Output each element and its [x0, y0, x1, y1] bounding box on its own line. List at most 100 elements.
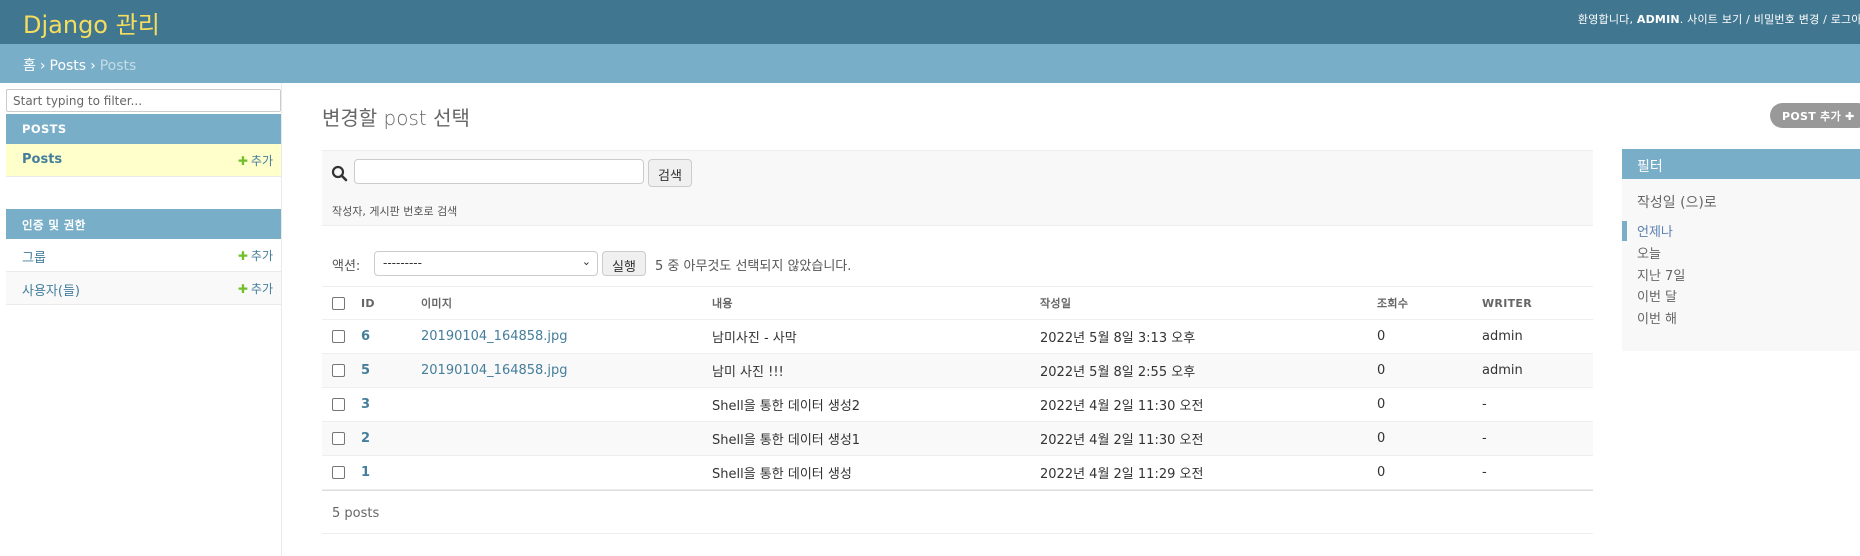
sidebar-item-groups[interactable]: 그룹 ✚ 추가: [6, 239, 281, 272]
plus-icon: ✚: [237, 154, 248, 168]
column-header-writer[interactable]: WRITER: [1482, 286, 1593, 320]
action-select-value: ---------: [383, 256, 422, 270]
nav-filter-input[interactable]: [6, 89, 281, 112]
writer-cell: admin: [1482, 353, 1593, 388]
column-header-views[interactable]: 조회수: [1377, 286, 1482, 320]
post-id-link[interactable]: 5: [361, 363, 370, 378]
row-select-cell: [322, 421, 361, 456]
views-cell: 0: [1377, 319, 1482, 354]
filter-option-today[interactable]: 오늘: [1622, 243, 1860, 263]
table-row: 1 Shell을 통한 데이터 생성 2022년 4월 2일 11:29 오전 …: [322, 455, 1593, 490]
content-cell: Shell을 통한 데이터 생성2: [712, 387, 1040, 422]
filter-option-7days[interactable]: 지난 7일: [1622, 265, 1860, 285]
add-post-label: POST 추가: [1782, 110, 1842, 123]
content-cell: Shell을 통한 데이터 생성: [712, 455, 1040, 490]
table-row: 5 20190104_164858.jpg 남미 사진 !!! 2022년 5월…: [322, 353, 1593, 388]
content-cell: 남미 사진 !!!: [712, 353, 1040, 388]
image-link[interactable]: 20190104_164858.jpg: [421, 363, 568, 378]
chevron-down-icon: ⌄: [581, 255, 591, 268]
row-select-cell: [322, 353, 361, 388]
row-checkbox[interactable]: [332, 466, 345, 479]
filter-option-any[interactable]: 언제나: [1622, 221, 1860, 241]
run-action-button[interactable]: 실행: [602, 251, 646, 276]
search-input[interactable]: [354, 159, 644, 184]
column-header-date[interactable]: 작성일: [1040, 286, 1377, 320]
row-select-cell: [322, 455, 361, 490]
filter-option-year[interactable]: 이번 해: [1622, 308, 1860, 328]
module-caption-auth[interactable]: 인증 및 권한: [6, 209, 281, 239]
row-checkbox[interactable]: [332, 364, 345, 377]
breadcrumb: 홈 › Posts › Posts: [0, 44, 1860, 83]
post-id-link[interactable]: 3: [361, 397, 370, 412]
sidebar-item-label[interactable]: Posts: [22, 152, 62, 167]
search-icon: [331, 165, 348, 182]
plus-icon: ✚: [237, 282, 248, 296]
sidebar-item-label[interactable]: 그룹: [22, 251, 46, 266]
column-header-image[interactable]: 이미지: [421, 286, 712, 320]
site-header: Django 관리 환영합니다, ADMIN. 사이트 보기 / 비밀번호 변경…: [0, 0, 1860, 44]
breadcrumb-home[interactable]: 홈: [23, 58, 36, 74]
action-select[interactable]: --------- ⌄: [374, 251, 598, 276]
date-cell: 2022년 4월 2일 11:30 오전: [1040, 387, 1377, 422]
view-site-link[interactable]: 사이트 보기: [1687, 13, 1742, 26]
sidebar-item-label[interactable]: 사용자(들): [22, 284, 80, 299]
date-cell: 2022년 5월 8일 2:55 오후: [1040, 353, 1377, 388]
content-cell: Shell을 통한 데이터 생성1: [712, 421, 1040, 456]
user-tools: 환영합니다, ADMIN. 사이트 보기 / 비밀번호 변경 / 로그아웃: [1578, 11, 1860, 27]
site-branding[interactable]: Django 관리: [23, 5, 160, 40]
breadcrumb-app[interactable]: Posts: [50, 58, 87, 74]
content-cell: 남미사진 - 사막: [712, 319, 1040, 354]
image-cell: [421, 387, 712, 422]
username: ADMIN: [1636, 13, 1680, 26]
welcome-text: 환영합니다,: [1577, 13, 1634, 26]
filter-heading: 작성일 (으)로: [1637, 195, 1717, 211]
add-user-link[interactable]: ✚ 추가: [238, 280, 273, 297]
image-link[interactable]: 20190104_164858.jpg: [421, 329, 568, 344]
row-select-cell: [322, 387, 361, 422]
views-cell: 0: [1377, 387, 1482, 422]
image-cell: [421, 455, 712, 490]
add-post-button[interactable]: POST 추가 ✚: [1770, 103, 1860, 128]
post-id-link[interactable]: 2: [361, 431, 370, 446]
add-group-link[interactable]: ✚ 추가: [238, 247, 273, 264]
date-cell: 2022년 5월 8일 3:13 오후: [1040, 319, 1377, 354]
table-row: 2 Shell을 통한 데이터 생성1 2022년 4월 2일 11:30 오전…: [322, 421, 1593, 456]
filter-option-month[interactable]: 이번 달: [1622, 286, 1860, 306]
post-id-link[interactable]: 6: [361, 329, 370, 344]
id-cell: 2: [361, 421, 421, 456]
add-posts-link[interactable]: ✚ 추가: [238, 152, 273, 169]
table-row: 6 20190104_164858.jpg 남미사진 - 사막 2022년 5월…: [322, 319, 1593, 354]
search-help-text: 작성자, 게시판 번호로 검색: [332, 205, 458, 218]
change-password-link[interactable]: 비밀번호 변경: [1754, 13, 1820, 26]
plus-icon: ✚: [1845, 110, 1855, 123]
paginator: 5 posts: [322, 490, 1593, 534]
row-checkbox[interactable]: [332, 432, 345, 445]
views-cell: 0: [1377, 421, 1482, 456]
writer-cell: -: [1482, 387, 1593, 422]
column-header-id[interactable]: ID: [361, 286, 421, 320]
row-select-cell: [322, 319, 361, 354]
nav-sidebar: POSTS Posts ✚추가 인증 및 권한 그룹 ✚추가 사용자(들) ✚추…: [0, 83, 282, 556]
module-caption-posts[interactable]: POSTS: [6, 114, 281, 144]
page-title: 변경할 post 선택: [322, 106, 470, 130]
id-cell: 6: [361, 319, 421, 354]
views-cell: 0: [1377, 455, 1482, 490]
date-cell: 2022년 4월 2일 11:29 오전: [1040, 455, 1377, 490]
post-id-link[interactable]: 1: [361, 465, 370, 480]
sidebar-item-posts[interactable]: Posts ✚ 추가: [6, 144, 281, 177]
search-button[interactable]: 검색: [648, 159, 692, 187]
filter-title: 필터: [1622, 149, 1860, 179]
table-header-row: ID 이미지 내용 작성일 조회수 WRITER: [322, 286, 1593, 320]
select-all-checkbox[interactable]: [332, 296, 345, 310]
column-header-content[interactable]: 내용: [712, 286, 1040, 320]
logout-link[interactable]: 로그아웃: [1831, 13, 1860, 26]
add-label: 추가: [250, 249, 273, 263]
image-cell: [421, 421, 712, 456]
id-cell: 3: [361, 387, 421, 422]
date-cell: 2022년 4월 2일 11:30 오전: [1040, 421, 1377, 456]
sidebar-item-users[interactable]: 사용자(들) ✚ 추가: [6, 272, 281, 305]
row-checkbox[interactable]: [332, 330, 345, 343]
row-checkbox[interactable]: [332, 398, 345, 411]
writer-cell: -: [1482, 455, 1593, 490]
actions-bar: 액션: --------- ⌄ 실행 5 중 아무것도 선택되지 않았습니다.: [322, 247, 1593, 279]
